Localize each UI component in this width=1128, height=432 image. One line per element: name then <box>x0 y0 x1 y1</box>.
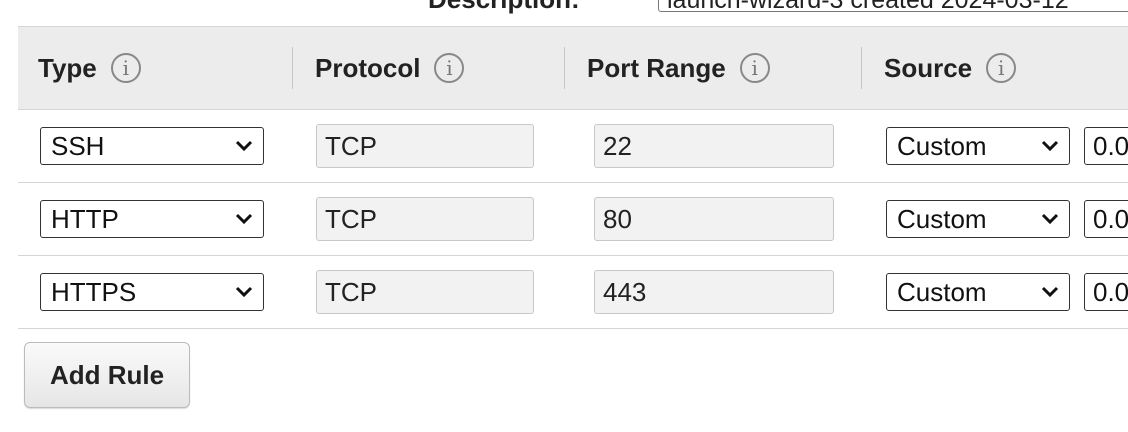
column-divider <box>564 47 565 89</box>
table-row: HTTP TCP 80 Custom 0.0.0.0/0 <box>18 183 1128 256</box>
source-select[interactable]: Custom <box>886 273 1070 311</box>
source-cidr-input[interactable]: 0.0.0.0/0 <box>1084 200 1128 238</box>
table-header: Type i Protocol i Port Range i Source i <box>18 26 1128 110</box>
type-select[interactable]: HTTPS <box>40 273 264 311</box>
header-protocol: Protocol i <box>315 27 465 109</box>
type-select[interactable]: HTTP <box>40 200 264 238</box>
port-range-value: 80 <box>603 203 632 234</box>
info-icon[interactable]: i <box>434 53 465 83</box>
header-port-range-label: Port Range <box>587 52 726 83</box>
description-label: Description: <box>428 0 580 15</box>
port-range-field[interactable]: 80 <box>594 197 834 241</box>
header-protocol-label: Protocol <box>315 52 421 83</box>
info-icon[interactable]: i <box>110 53 141 83</box>
header-type: Type i <box>38 27 141 109</box>
header-source-label: Source <box>884 52 973 83</box>
add-rule-button[interactable]: Add Rule <box>24 342 190 408</box>
table-row: SSH TCP 22 Custom 0.0.0.0/0 <box>18 110 1128 183</box>
type-select-value: SSH <box>51 130 105 161</box>
info-icon[interactable]: i <box>739 53 770 83</box>
info-icon[interactable]: i <box>986 53 1017 83</box>
protocol-value: TCP <box>325 130 377 161</box>
protocol-value: TCP <box>325 203 377 234</box>
chevron-down-icon <box>235 213 253 225</box>
type-select[interactable]: SSH <box>40 127 264 165</box>
port-range-field[interactable]: 22 <box>594 124 834 168</box>
chevron-down-icon <box>1041 213 1059 225</box>
protocol-field: TCP <box>316 197 534 241</box>
security-group-rules-table: Type i Protocol i Port Range i Source i … <box>18 26 1128 329</box>
chevron-down-icon <box>235 140 253 152</box>
port-range-field[interactable]: 443 <box>594 270 834 314</box>
column-divider <box>861 47 862 89</box>
table-row: HTTPS TCP 443 Custom 0.0.0.0/0 <box>18 256 1128 329</box>
header-source: Source i <box>884 27 1017 109</box>
column-divider <box>292 47 293 89</box>
source-select[interactable]: Custom <box>886 127 1070 165</box>
port-range-value: 443 <box>603 276 647 307</box>
source-select-value: Custom <box>897 130 987 161</box>
header-port-range: Port Range i <box>587 27 770 109</box>
type-select-value: HTTP <box>51 203 119 234</box>
protocol-field: TCP <box>316 124 534 168</box>
source-select-value: Custom <box>897 203 987 234</box>
chevron-down-icon <box>1041 140 1059 152</box>
chevron-down-icon <box>1041 286 1059 298</box>
protocol-field: TCP <box>316 270 534 314</box>
protocol-value: TCP <box>325 276 377 307</box>
source-cidr-input[interactable]: 0.0.0.0/0 <box>1084 127 1128 165</box>
type-select-value: HTTPS <box>51 276 137 307</box>
port-range-value: 22 <box>603 130 632 161</box>
source-select-value: Custom <box>897 276 987 307</box>
description-input[interactable]: launch-wizard-3 created 2024-03-12 <box>658 0 1128 12</box>
description-row: Description: launch-wizard-3 created 202… <box>0 0 1128 24</box>
chevron-down-icon <box>235 286 253 298</box>
header-type-label: Type <box>38 52 97 83</box>
source-cidr-input[interactable]: 0.0.0.0/0 <box>1084 273 1128 311</box>
source-select[interactable]: Custom <box>886 200 1070 238</box>
